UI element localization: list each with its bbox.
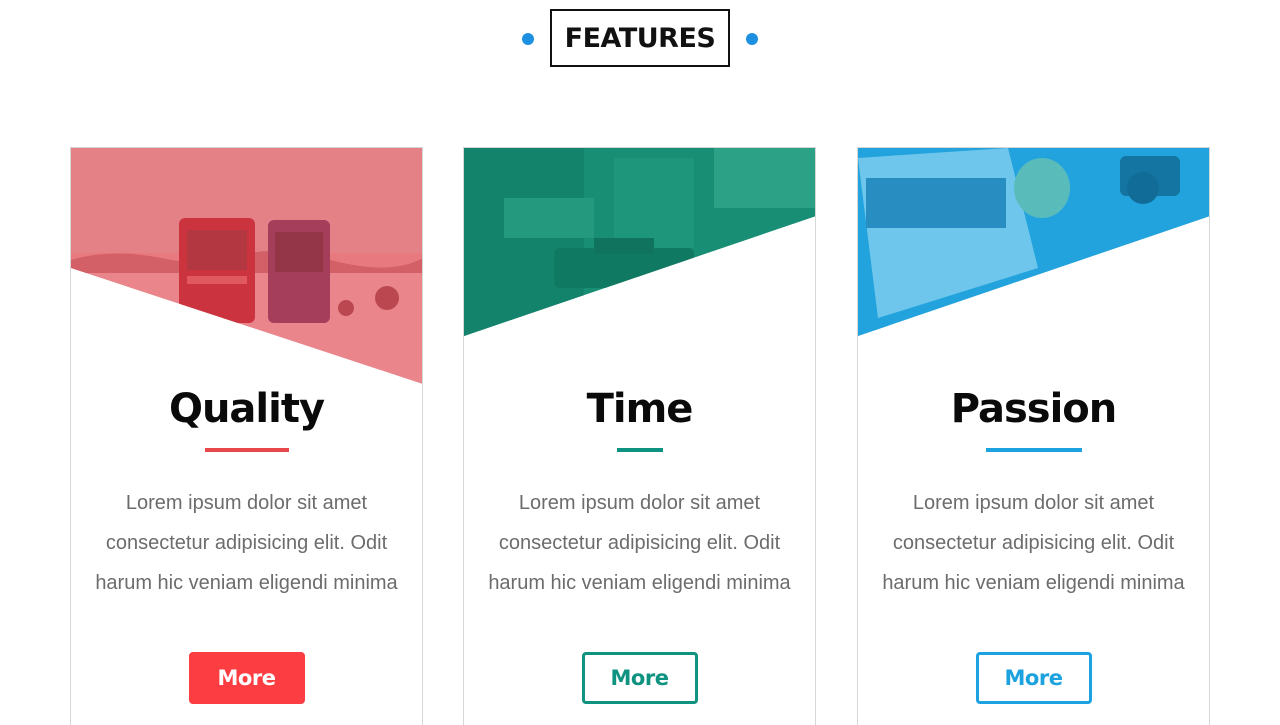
more-button[interactable]: More <box>975 652 1092 704</box>
card-title: Passion <box>950 386 1118 432</box>
card-image-time <box>464 148 815 388</box>
card-image-passion <box>858 148 1209 388</box>
more-button[interactable]: More <box>581 652 698 704</box>
card-description: Lorem ipsum dolor sit amet consectetur a… <box>882 492 1185 594</box>
left-dot-icon <box>522 33 534 45</box>
card-description: Lorem ipsum dolor sit amet consectetur a… <box>488 492 791 594</box>
feature-card-time: Time Lorem ipsum dolor sit amet consecte… <box>463 147 816 725</box>
card-title: Quality <box>168 386 325 432</box>
section-header: FEATURES <box>0 0 1280 80</box>
more-button[interactable]: More <box>188 652 305 704</box>
title-underline <box>985 448 1082 452</box>
right-dot-icon <box>746 33 758 45</box>
section-title: FEATURES <box>550 9 730 67</box>
title-underline <box>204 448 289 452</box>
title-underline <box>616 448 663 452</box>
card-image-quality <box>71 148 422 388</box>
card-description: Lorem ipsum dolor sit amet consectetur a… <box>95 492 398 594</box>
card-title: Time <box>586 386 694 432</box>
feature-card-passion: Passion Lorem ipsum dolor sit amet conse… <box>857 147 1210 725</box>
feature-card-quality: Quality Lorem ipsum dolor sit amet conse… <box>70 147 423 725</box>
